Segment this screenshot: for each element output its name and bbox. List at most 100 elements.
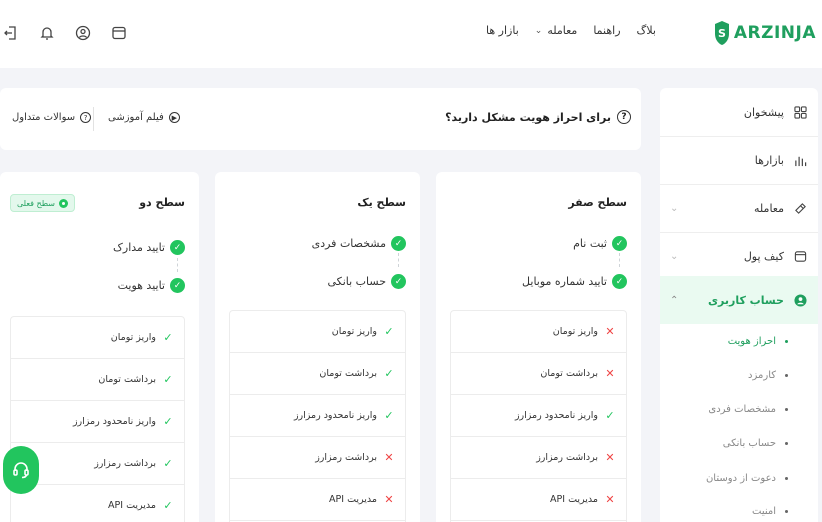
exchange-icon — [792, 200, 808, 216]
check-icon: ✓ — [605, 409, 615, 422]
bell-icon[interactable] — [36, 22, 58, 44]
permission-label: برداشت رمزارز — [315, 452, 377, 463]
sidebar-item-label: کیف پول — [743, 249, 784, 263]
logout-icon[interactable] — [0, 22, 22, 44]
sidebar-item-wallet[interactable]: کیف پول ⌄ — [660, 232, 818, 280]
logo-shield-icon: S — [714, 21, 729, 45]
faq-link[interactable]: ? سوالات متداول — [12, 112, 92, 123]
faq-label: سوالات متداول — [12, 112, 76, 123]
requirement-item: ✓ تایید شماره موبایل — [522, 274, 627, 289]
requirement-item: ✓ ثبت نام — [573, 236, 627, 251]
user-circle-icon[interactable] — [72, 22, 94, 44]
level-card-one: سطح یک ✓ مشخصات فردی ✓ حساب بانکی ✓ واریز ت… — [215, 172, 420, 522]
cross-icon: ✕ — [605, 451, 615, 464]
svg-text:S: S — [718, 27, 726, 40]
nav-markets[interactable]: بازار ها — [486, 24, 519, 37]
requirement-item: ✓ تایید مدارک — [113, 240, 185, 255]
permission-label: واریز نامحدود رمزارز — [72, 416, 156, 427]
requirement-item: ✓ حساب بانکی — [327, 274, 406, 289]
permission-label: برداشت تومان — [98, 374, 156, 385]
permission-label: واریز تومان — [552, 326, 598, 337]
check-circle-icon: ✓ — [170, 240, 185, 255]
bullet — [785, 442, 788, 445]
sub-item-kyc[interactable]: احراز هویت — [728, 336, 788, 347]
help-question-text: برای احراز هویت مشکل دارید؟ — [445, 110, 611, 124]
help-question: ? برای احراز هویت مشکل دارید؟ — [445, 110, 631, 124]
nav-blog[interactable]: بلاگ — [637, 24, 656, 37]
check-circle-icon: ✓ — [612, 274, 627, 289]
header-actions — [0, 22, 144, 44]
permission-row: ✕ برداشت رمزارز — [451, 437, 626, 479]
tutorial-video-label: فیلم آموزشی — [108, 112, 164, 123]
question-icon: ? — [617, 110, 631, 124]
sub-item-label: امنیت — [752, 506, 776, 517]
sub-item-bank[interactable]: حساب بانکی — [723, 438, 788, 449]
chevron-down-icon: ⌄ — [534, 25, 543, 36]
divider — [93, 107, 94, 131]
requirement-label: تایید شماره موبایل — [522, 275, 607, 288]
cross-icon: ✕ — [605, 325, 615, 338]
bullet — [785, 374, 788, 377]
permission-row: ✓ مدیریت API — [11, 485, 184, 522]
sidebar-item-markets[interactable]: بازارها — [660, 136, 818, 184]
sub-item-label: دعوت از دوستان — [705, 473, 776, 484]
permissions-list: ✓ واریز تومان ✓ برداشت تومان ✓ واریز نامحدو… — [10, 316, 185, 522]
user-icon — [792, 292, 808, 308]
arzinja-logo[interactable]: S ARZINJA — [714, 16, 816, 50]
current-level-badge: سطح فعلی — [10, 194, 75, 212]
level-title: سطح دو — [139, 196, 185, 209]
radio-dot-icon — [58, 198, 68, 208]
wallet-icon[interactable] — [108, 22, 130, 44]
check-circle-icon: ✓ — [391, 236, 406, 251]
permission-label: مدیریت API — [108, 500, 156, 511]
sidebar-item-dashboard[interactable]: پیشخوان — [660, 88, 818, 136]
logo-text: ARZINJA — [733, 23, 816, 43]
nav-markets-label: بازار ها — [486, 24, 519, 37]
bullet — [785, 510, 788, 513]
permissions-list: ✕ واریز تومان ✕ برداشت تومان ✓ واریز نامحدو… — [450, 310, 627, 522]
cross-icon: ✕ — [384, 493, 394, 506]
top-navigation-bar: S ARZINJA بازار ها معامله ⌄ راهنما بلاگ — [0, 0, 822, 68]
sidebar-item-label: معامله — [754, 201, 784, 215]
sub-item-referral[interactable]: دعوت از دوستان — [706, 473, 788, 484]
chevron-down-icon: ⌄ — [670, 202, 679, 214]
sidebar-item-label: بازارها — [754, 153, 784, 167]
check-icon: ✓ — [384, 325, 394, 338]
permissions-list: ✓ واریز تومان ✓ برداشت تومان ✓ واریز نامحدو… — [229, 310, 406, 522]
dashboard-icon — [792, 104, 808, 120]
requirement-item: ✓ تایید هویت — [118, 278, 185, 293]
permission-label: مدیریت API — [329, 494, 377, 505]
requirement-label: مشخصات فردی — [311, 237, 386, 250]
main-nav: بازار ها معامله ⌄ راهنما بلاگ — [470, 24, 656, 37]
chevron-up-icon: ⌃ — [670, 294, 679, 306]
permission-row: ✕ برداشت تومان — [451, 353, 626, 395]
sub-item-label: احراز هویت — [727, 336, 776, 347]
sidebar-item-account[interactable]: حساب کاربری ⌃ — [660, 276, 818, 324]
nav-guide[interactable]: راهنما — [593, 24, 620, 37]
sub-item-security[interactable]: امنیت — [752, 506, 788, 517]
sub-item-fees[interactable]: کارمزد — [748, 370, 788, 381]
requirement-label: تایید مدارک — [113, 241, 165, 254]
check-icon: ✓ — [163, 499, 173, 512]
check-icon: ✓ — [163, 415, 173, 428]
permission-row: ✓ واریز نامحدود رمزارز — [11, 401, 184, 443]
connector-line — [619, 253, 620, 267]
permission-label: مدیریت API — [550, 494, 598, 505]
nav-trade-label: معامله — [547, 24, 578, 37]
bar-chart-icon — [792, 152, 808, 168]
sidebar-item-trade[interactable]: معامله ⌄ — [660, 184, 818, 232]
permission-label: واریز تومان — [110, 332, 156, 343]
tutorial-video-link[interactable]: ▶ فیلم آموزشی — [108, 112, 180, 123]
cross-icon: ✕ — [384, 451, 394, 464]
support-chat-button[interactable] — [3, 446, 39, 494]
chevron-down-icon: ⌄ — [670, 250, 679, 262]
permission-row: ✕ مدیریت API — [230, 479, 405, 521]
sub-item-profile[interactable]: مشخصات فردی — [708, 404, 788, 415]
bullet — [785, 340, 788, 343]
nav-trade[interactable]: معامله ⌄ — [535, 24, 578, 37]
permission-label: برداشت رمزارز — [536, 452, 598, 463]
sidebar: پیشخوان بازارها معامله ⌄ کیف پول ⌄ حساب … — [660, 88, 818, 522]
permission-label: برداشت رمزارز — [94, 458, 156, 469]
check-circle-icon: ✓ — [170, 278, 185, 293]
permission-label: واریز نامحدود رمزارز — [293, 410, 377, 421]
